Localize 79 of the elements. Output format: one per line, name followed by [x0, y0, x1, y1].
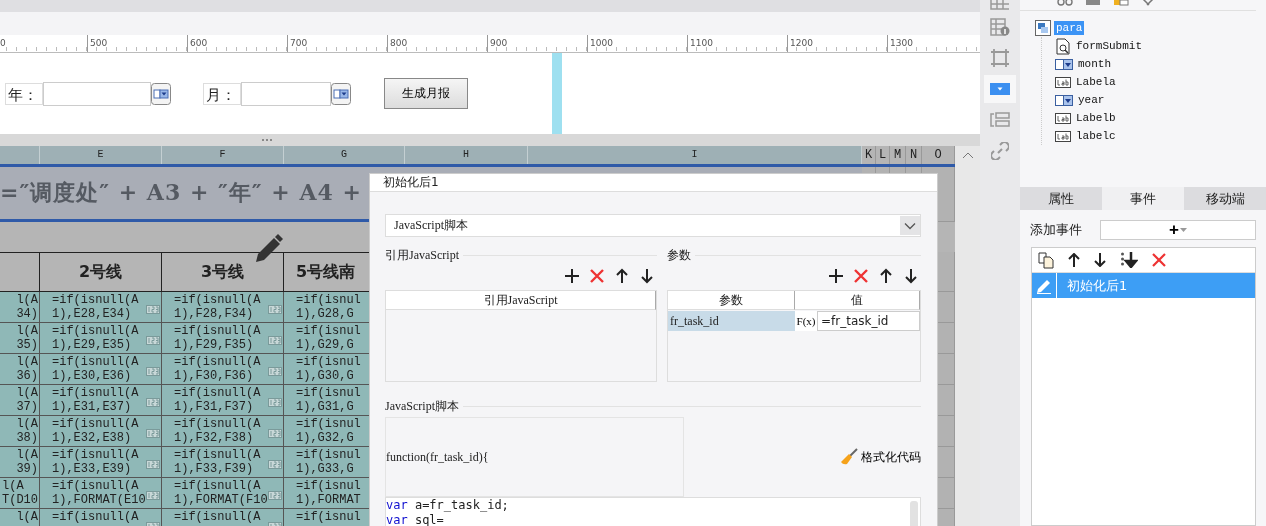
tab[interactable]: 属性 [1020, 187, 1102, 210]
formula-text: l(A 35) [16, 324, 38, 352]
add-event-label: 添加事件 [1030, 221, 1082, 239]
parameter-name-cell[interactable]: fr_task_id [668, 311, 795, 331]
code-editor[interactable]: var a=fr_task_id; var sql= [385, 497, 921, 526]
column-header[interactable]: E [40, 146, 162, 164]
ruler-label: 900 [490, 38, 508, 48]
ruler-label: 700 [290, 38, 308, 48]
formula-text: =if(isnull(A 1),FORMAT(E10 [52, 479, 146, 507]
ruler-label: 0 [0, 38, 6, 48]
formula-text: =if(isnul 1),G28,G [296, 293, 361, 321]
formula-text: =if(isnull(A 1),E33,E39) [52, 448, 139, 476]
generate-button[interactable]: 生成月报 [384, 78, 468, 109]
field-label: 年： [5, 82, 43, 105]
add-event-button[interactable]: + [1100, 220, 1256, 240]
ruler-label: 1300 [890, 38, 913, 48]
formula-text: =if(isnull(A [52, 510, 139, 524]
column-header[interactable]: F [162, 146, 284, 164]
formula-text: =if(isnull(A 1),E30,E36) [52, 355, 139, 383]
tree-item[interactable]: labelc [1074, 129, 1118, 143]
tree-item[interactable]: formSubmit [1074, 39, 1144, 53]
ruler-label: 600 [190, 38, 208, 48]
table-header-cell: 2号线 [40, 252, 162, 292]
formula-text: =if(isnul 1),G30,G [296, 355, 361, 383]
formula-text: =if(isnul 1),FORMAT [296, 479, 361, 507]
formula-text: l(A [16, 510, 38, 524]
tab[interactable]: 事件 [1102, 187, 1184, 210]
formula-text: l(A 34) [16, 293, 38, 321]
formula-text: =if(isnull(A 1),E29,E35) [52, 324, 139, 352]
formula-text: =if(isnull(A 1),E28,E34) [52, 293, 139, 321]
tree-item[interactable]: year [1076, 93, 1107, 107]
ruler-label: 1000 [590, 38, 613, 48]
column-header[interactable]: G [284, 146, 405, 164]
title-formula: =″调度处″ + A3 + ″年″ + A4 + [0, 178, 362, 207]
type-select[interactable]: JavaScript脚本 [385, 214, 921, 237]
ruler-label: 800 [390, 38, 408, 48]
table-header-cell: 3号线 [162, 252, 284, 292]
formula-text: =if(isnul 1),G29,G [296, 324, 361, 352]
table-header-cell: 参数 [668, 291, 795, 310]
formula-text: l(A 38) [16, 417, 38, 445]
field-label: 月： [203, 82, 241, 105]
tree-item[interactable]: month [1076, 57, 1113, 71]
column-header[interactable]: I [528, 146, 862, 164]
formula-text: l(A 39) [16, 448, 38, 476]
code-line: var sql= [386, 513, 445, 526]
formula-text: =if(isnull(A 1),F31,F37) [174, 386, 261, 414]
section-legend: 参数 [667, 247, 691, 264]
formula-text: =if(isnul 1),G31,G [296, 386, 361, 414]
tab[interactable]: 移动端 [1184, 187, 1266, 210]
formula-text: =if(isnull(A 1),FORMAT(F10 [174, 479, 268, 507]
formula-text: =if(isnull(A 1),E31,E37) [52, 386, 139, 414]
formula-text: l(A 36) [16, 355, 38, 383]
table-header-cell: 值 [795, 291, 920, 310]
formula-text: =if(isnull(A 1),F33,F39) [174, 448, 261, 476]
dialog-title: 初始化后1 [383, 174, 439, 191]
code-line: var a=fr_task_id; [386, 498, 509, 513]
formula-text: =if(isnull(A 1),F30,F36) [174, 355, 261, 383]
column-header[interactable]: H [405, 146, 528, 164]
formula-text: =if(isnull(A 1),F28,F34) [174, 293, 261, 321]
ruler-label: 1100 [690, 38, 713, 48]
tree-item[interactable]: Labela [1074, 75, 1118, 89]
section-legend: JavaScript脚本 [385, 398, 459, 415]
formula-text: =if(isnul 1),G32,G [296, 417, 361, 445]
tree-item[interactable]: Labelb [1074, 111, 1118, 125]
formula-text: =if(isnull(A 1),F29,F35) [174, 324, 261, 352]
function-signature: function(fr_task_id){ [386, 449, 489, 465]
formula-text: =if(isnull(A 1),F32,F38) [174, 417, 261, 445]
formula-button[interactable]: F(x) [795, 311, 817, 331]
formula-text: =if(isnul 1),G33,G [296, 448, 361, 476]
column-header[interactable]: K [862, 146, 876, 164]
formula-text: =if(isnull(A [174, 510, 261, 524]
format-code-button[interactable]: 格式化代码 [840, 448, 921, 466]
formula-text: =if(isnull(A 1),E32,E38) [52, 417, 139, 445]
formula-text: l(A 37) [16, 386, 38, 414]
formula-text: =if(isnul [296, 510, 361, 524]
value-field[interactable]: =fr_task_id [817, 311, 920, 331]
ruler-label: 1200 [790, 38, 813, 48]
ruler-label: 500 [90, 38, 108, 48]
table-header-cell: 引用JavaScript [386, 291, 656, 310]
